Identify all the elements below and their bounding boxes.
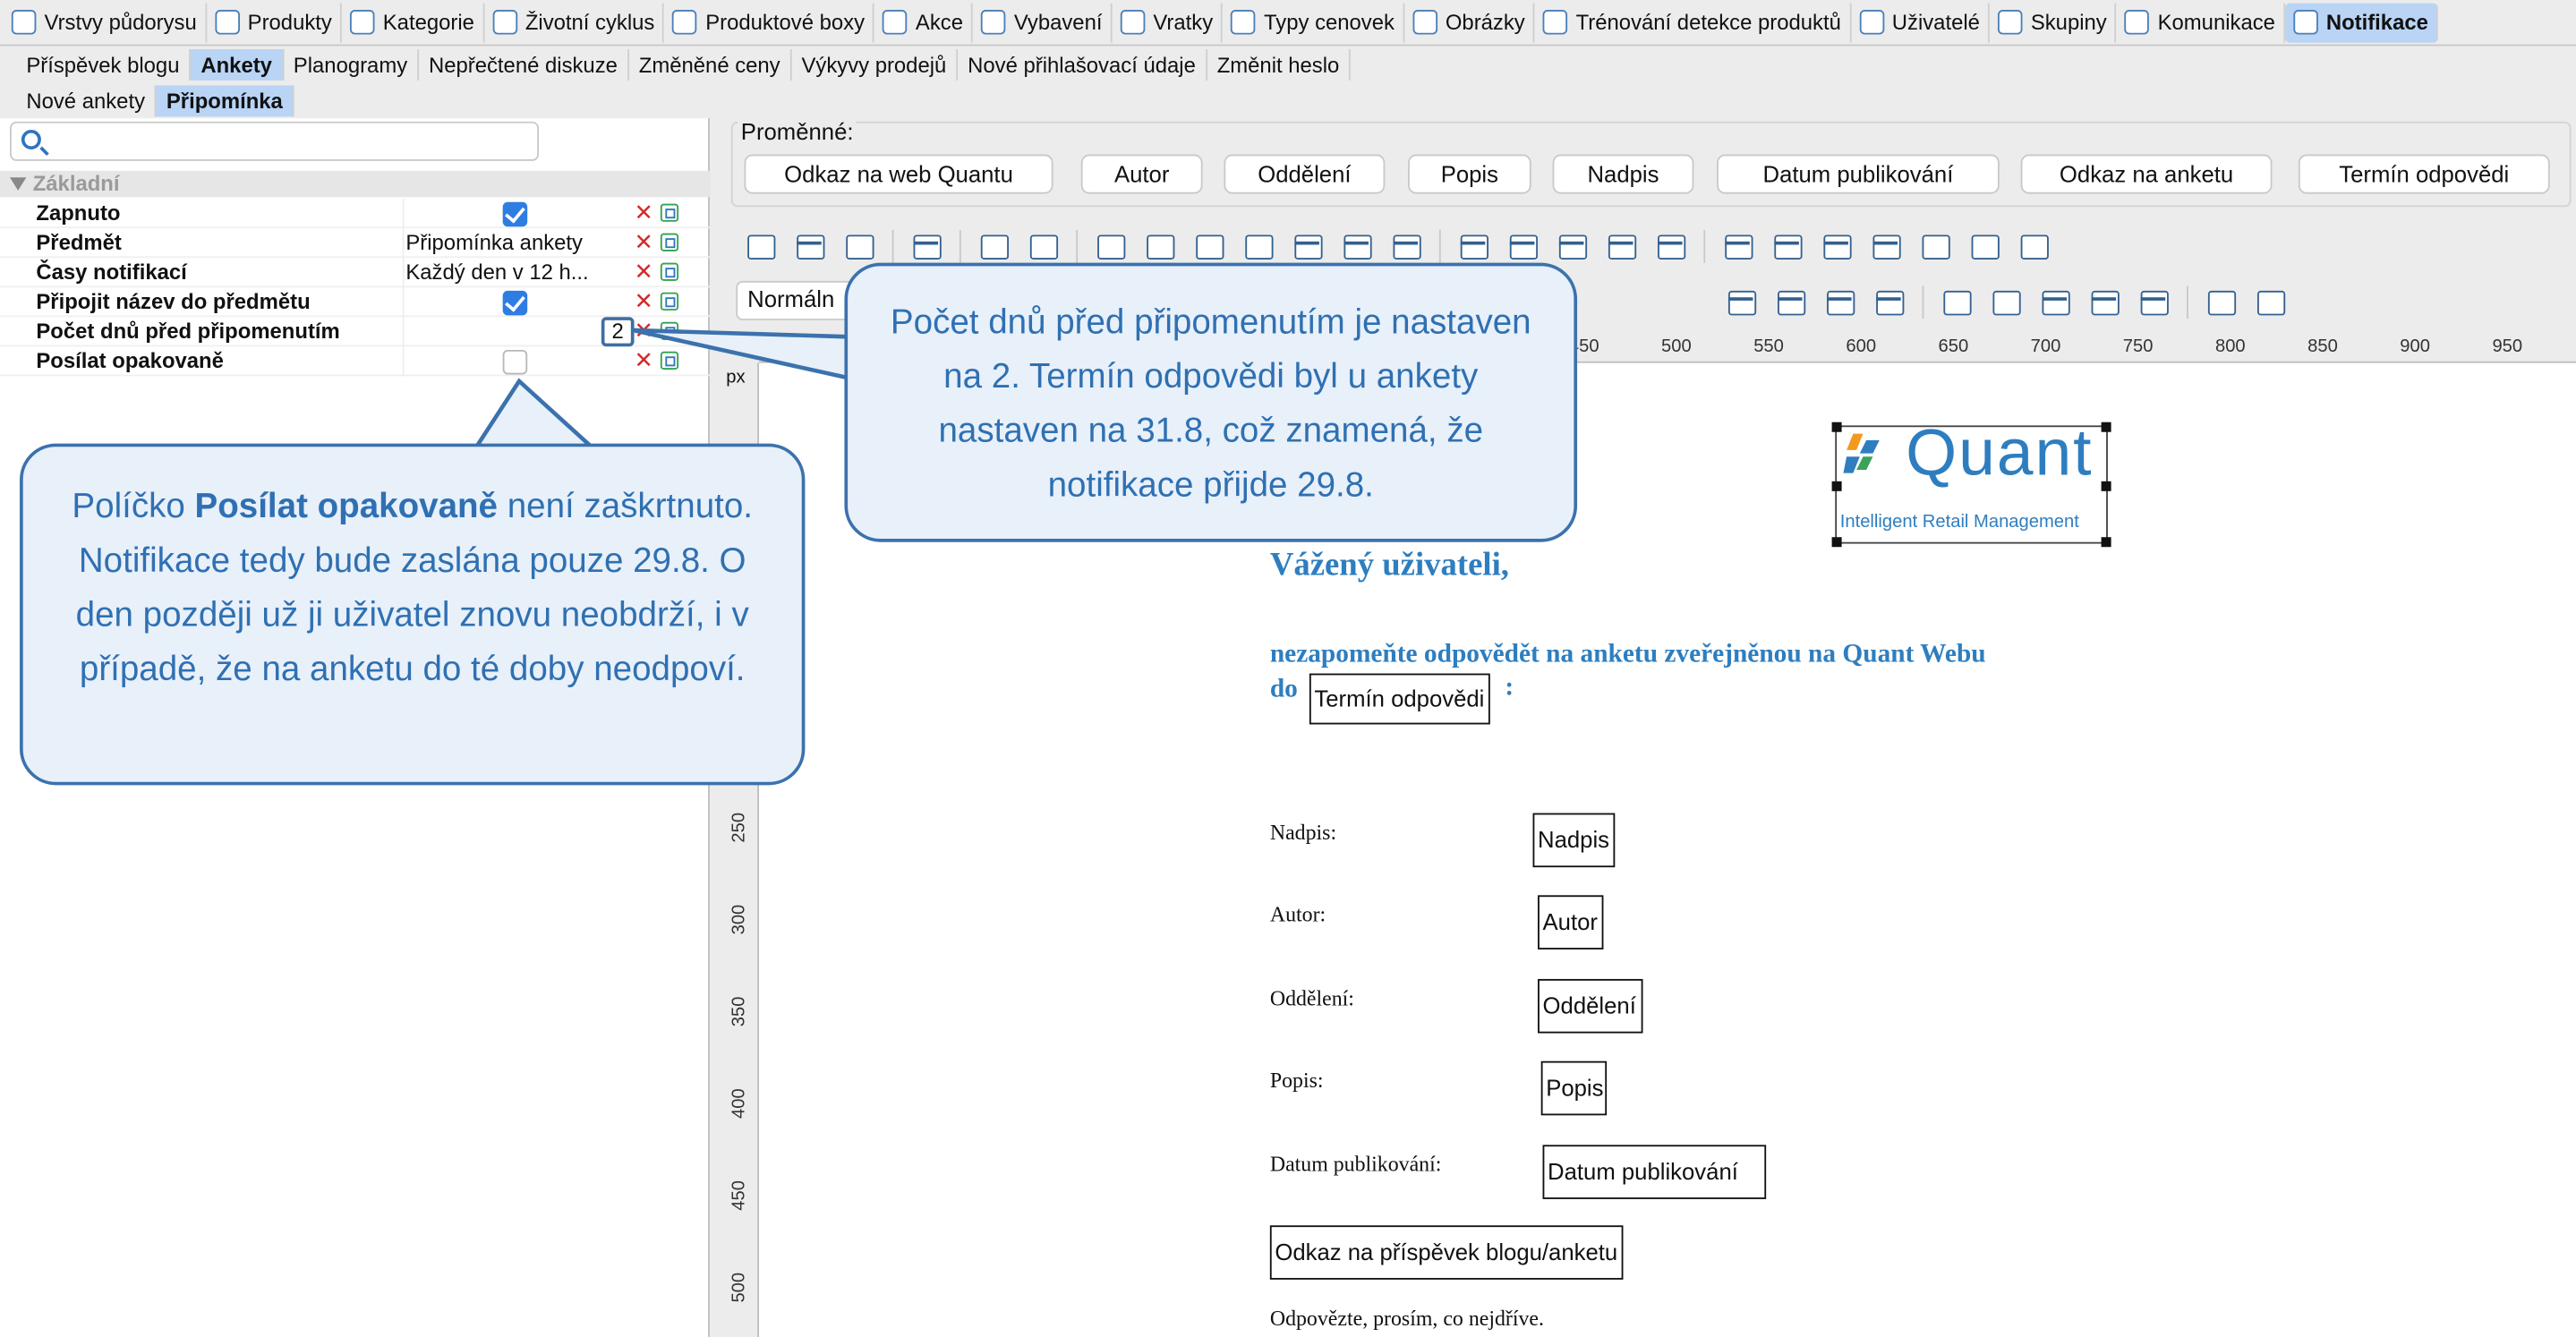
callout-right: Počet dnů před připomenutím je nastaven …: [844, 262, 1578, 542]
callout-left-pre: Políčko: [72, 488, 195, 526]
callout-left: Políčko Posílat opakovaně není zaškrtnut…: [20, 443, 806, 786]
callout-left-bold: Posílat opakovaně: [194, 488, 499, 526]
